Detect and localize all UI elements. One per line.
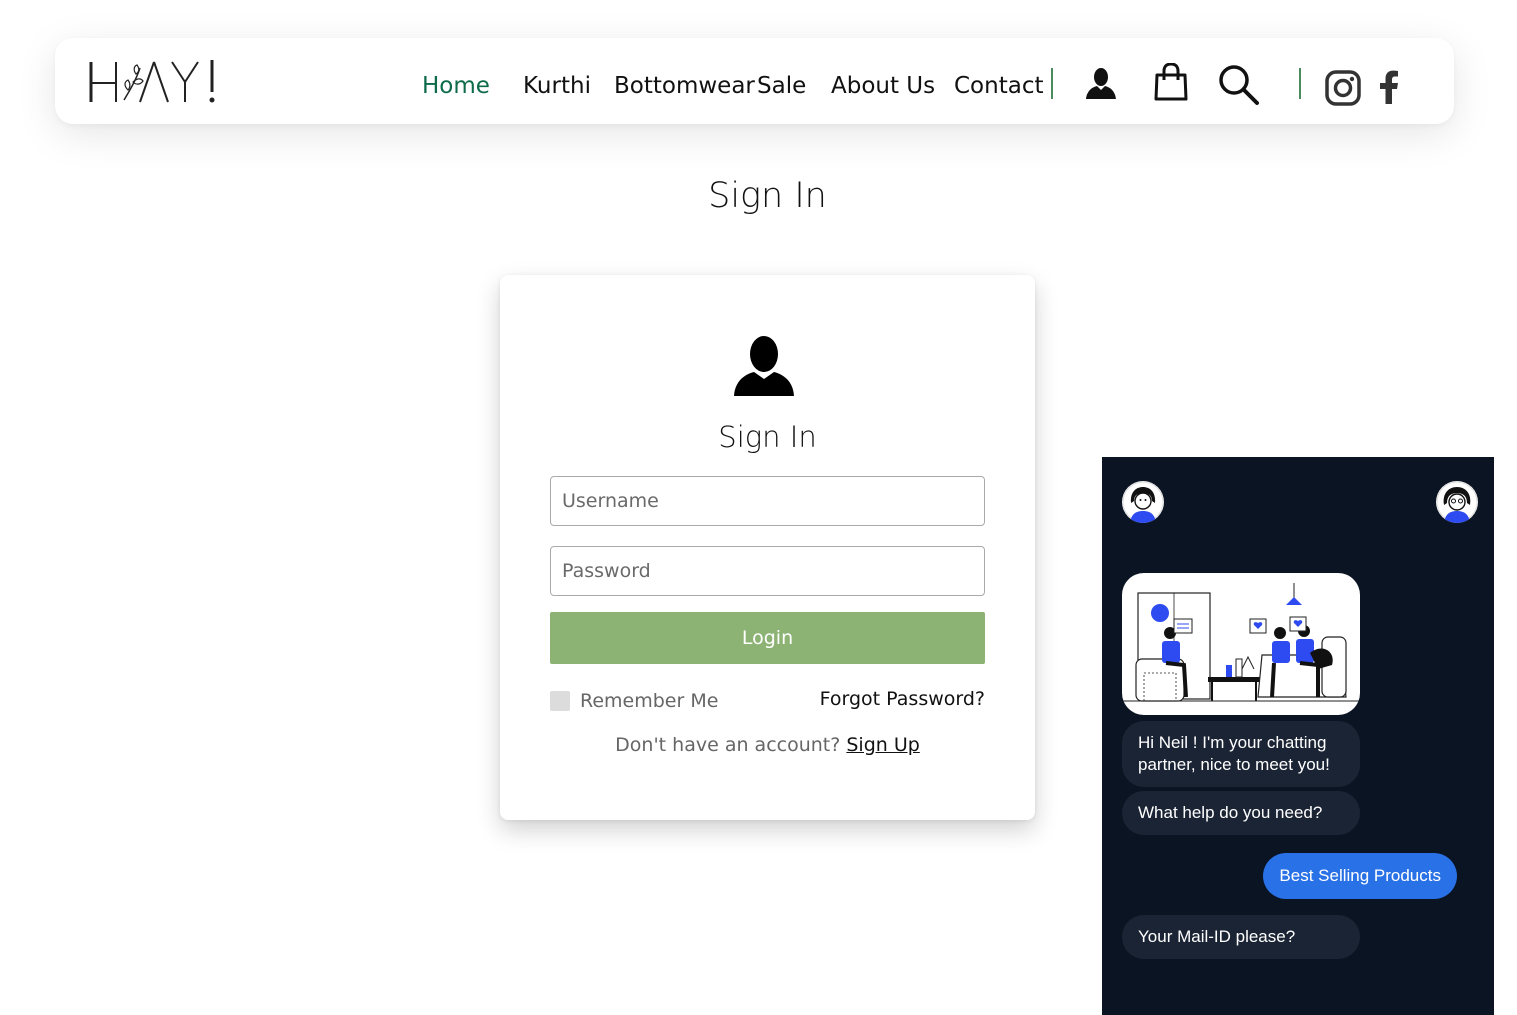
chat-message-bot: What help do you need? (1122, 791, 1360, 835)
login-button[interactable]: Login (550, 612, 985, 664)
chat-widget: Hi Neil ! I'm your chatting partner, nic… (1102, 457, 1494, 1015)
forgot-password-link[interactable]: Forgot Password? (820, 688, 985, 710)
logo[interactable] (86, 56, 218, 106)
remember-me-checkbox[interactable] (550, 691, 570, 711)
nav-home[interactable]: Home (422, 66, 490, 106)
chat-message-user[interactable]: Best Selling Products (1263, 853, 1457, 899)
signup-row: Don't have an account? Sign Up (500, 734, 1035, 756)
chat-message-bot: Hi Neil ! I'm your chatting partner, nic… (1122, 721, 1360, 787)
logo-mark (89, 60, 215, 103)
user-icon[interactable] (1084, 66, 1118, 104)
shopping-bag-icon[interactable] (1153, 62, 1189, 105)
user-avatar (1436, 481, 1478, 523)
nav-contact[interactable]: Contact (954, 66, 1043, 106)
bot-avatar (1122, 481, 1164, 523)
signin-title: Sign In (718, 420, 817, 454)
remember-me-toggle[interactable]: Remember Me (550, 688, 718, 714)
nav-about-us[interactable]: About Us (831, 66, 935, 106)
chat-message-bot: Your Mail-ID please? (1122, 915, 1360, 959)
nav-divider (1051, 68, 1053, 99)
instagram-icon[interactable] (1325, 70, 1361, 110)
signup-prompt: Don't have an account? (615, 734, 841, 756)
password-input[interactable] (550, 546, 985, 596)
social-divider (1299, 68, 1301, 99)
username-input[interactable] (550, 476, 985, 526)
remember-me-label: Remember Me (580, 690, 719, 712)
avatar-icon (732, 335, 796, 397)
nav-sale[interactable]: Sale (757, 66, 806, 106)
signup-link[interactable]: Sign Up (846, 734, 919, 756)
page-title: Sign In (708, 176, 827, 216)
facebook-icon[interactable] (1378, 70, 1400, 108)
nav-bottomwear[interactable]: Bottomwear (614, 66, 755, 106)
signin-card: Sign In Login Remember Me Forgot Passwor… (500, 275, 1035, 820)
search-icon[interactable] (1218, 64, 1260, 110)
nav-kurthi[interactable]: Kurthi (523, 66, 591, 106)
chat-illustration (1122, 573, 1360, 715)
